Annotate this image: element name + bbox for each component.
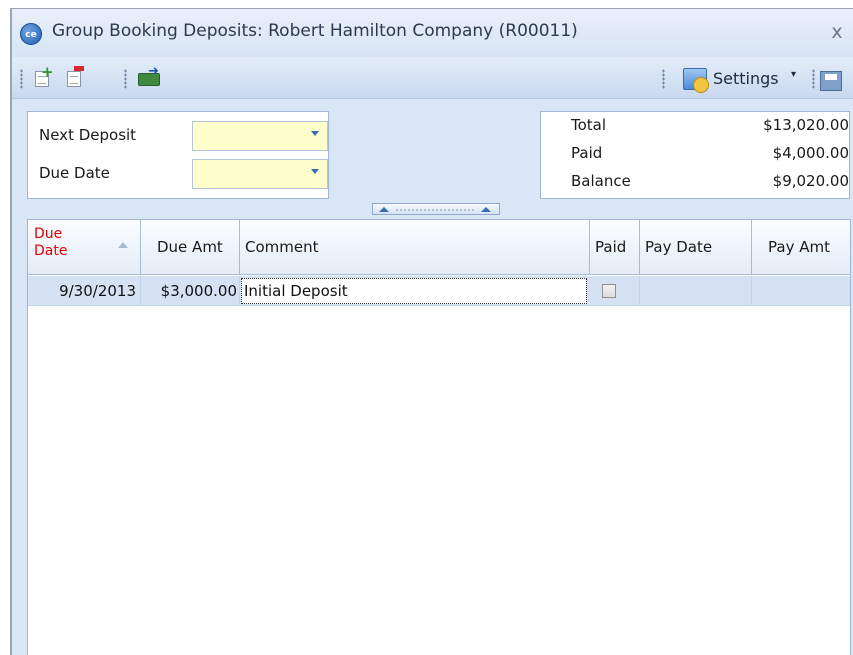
paid-checkbox[interactable] — [602, 284, 616, 298]
settings-icon — [683, 68, 709, 93]
splitter-grip — [395, 209, 475, 211]
dropdown-arrow-icon[interactable] — [311, 131, 319, 136]
close-button[interactable]: x — [827, 22, 847, 42]
table-row[interactable]: 9/30/2013 $3,000.00 Initial Deposit — [28, 276, 850, 306]
chevron-down-icon: ▾ — [791, 69, 797, 80]
next-deposit-combo[interactable] — [192, 121, 328, 151]
pay-amt-header-label: Pay Amt — [768, 238, 830, 256]
comment-header-label: Comment — [245, 238, 319, 256]
due-amt-header-label: Due Amt — [157, 238, 223, 256]
toolbar-grip — [812, 69, 815, 89]
toolbar-grip[interactable] — [20, 69, 23, 89]
column-header-due-amt[interactable]: Due Amt — [141, 220, 240, 275]
collapse-up-icon — [379, 207, 389, 212]
window-title: Group Booking Deposits: Robert Hamilton … — [52, 21, 578, 41]
pay-deposit-button[interactable]: ➜ — [136, 65, 162, 91]
column-header-paid[interactable]: Paid — [590, 220, 640, 275]
panel-splitter[interactable] — [372, 203, 500, 215]
deposit-filter-panel: Next Deposit Due Date — [27, 111, 329, 199]
cell-pay-date[interactable] — [640, 276, 752, 306]
deposit-summary-panel: Total $13,020.00 Paid $4,000.00 Balance … — [540, 111, 850, 199]
sort-ascending-icon — [118, 242, 128, 248]
save-layout-icon[interactable] — [820, 71, 842, 91]
comment-editor[interactable]: Initial Deposit — [241, 278, 587, 304]
balance-value: $9,020.00 — [772, 172, 849, 190]
deposits-grid: Due Date Due Amt Comment Paid Pay Date Pa… — [27, 219, 851, 655]
app-logo-icon: ce — [20, 23, 42, 45]
comment-value: Initial Deposit — [244, 282, 348, 300]
next-deposit-label: Next Deposit — [39, 126, 137, 144]
title-bar: ce Group Booking Deposits: Robert Hamilt… — [12, 9, 853, 57]
due-amt-value: $3,000.00 — [160, 282, 237, 300]
paid-label: Paid — [571, 144, 603, 162]
dropdown-arrow-icon[interactable] — [311, 169, 319, 174]
collapse-up-icon — [481, 207, 491, 212]
column-header-comment[interactable]: Comment — [240, 220, 590, 275]
settings-label: Settings — [713, 69, 779, 88]
cell-pay-amt[interactable] — [752, 276, 850, 306]
grid-header: Due Date Due Amt Comment Paid Pay Date Pa… — [28, 220, 850, 275]
group-booking-deposits-window: ce Group Booking Deposits: Robert Hamilt… — [10, 8, 853, 655]
column-header-due-date[interactable]: Due Date — [28, 220, 141, 275]
due-date-combo[interactable] — [192, 159, 328, 189]
total-value: $13,020.00 — [763, 116, 849, 134]
due-date-value: 9/30/2013 — [59, 282, 136, 300]
due-date-header-label: Due Date — [34, 226, 68, 259]
toolbar-grip[interactable] — [662, 69, 665, 89]
pay-date-header-label: Pay Date — [645, 238, 713, 256]
cell-due-amt[interactable]: $3,000.00 — [141, 276, 240, 306]
total-label: Total — [571, 116, 607, 134]
settings-dropdown-button[interactable]: Settings ▾ — [677, 65, 807, 93]
cell-due-date[interactable]: 9/30/2013 — [28, 276, 141, 306]
paid-value: $4,000.00 — [772, 144, 849, 162]
toolbar-grip[interactable] — [124, 69, 127, 89]
paid-header-label: Paid — [595, 238, 627, 256]
column-header-pay-date[interactable]: Pay Date — [640, 220, 752, 275]
column-header-pay-amt[interactable]: Pay Amt — [752, 220, 850, 275]
remove-deposit-button[interactable] — [62, 65, 88, 91]
balance-label: Balance — [571, 172, 631, 190]
add-deposit-button[interactable]: + — [30, 65, 56, 91]
due-date-label: Due Date — [39, 164, 110, 182]
toolbar: + ➜ Settings ▾ — [12, 57, 853, 99]
